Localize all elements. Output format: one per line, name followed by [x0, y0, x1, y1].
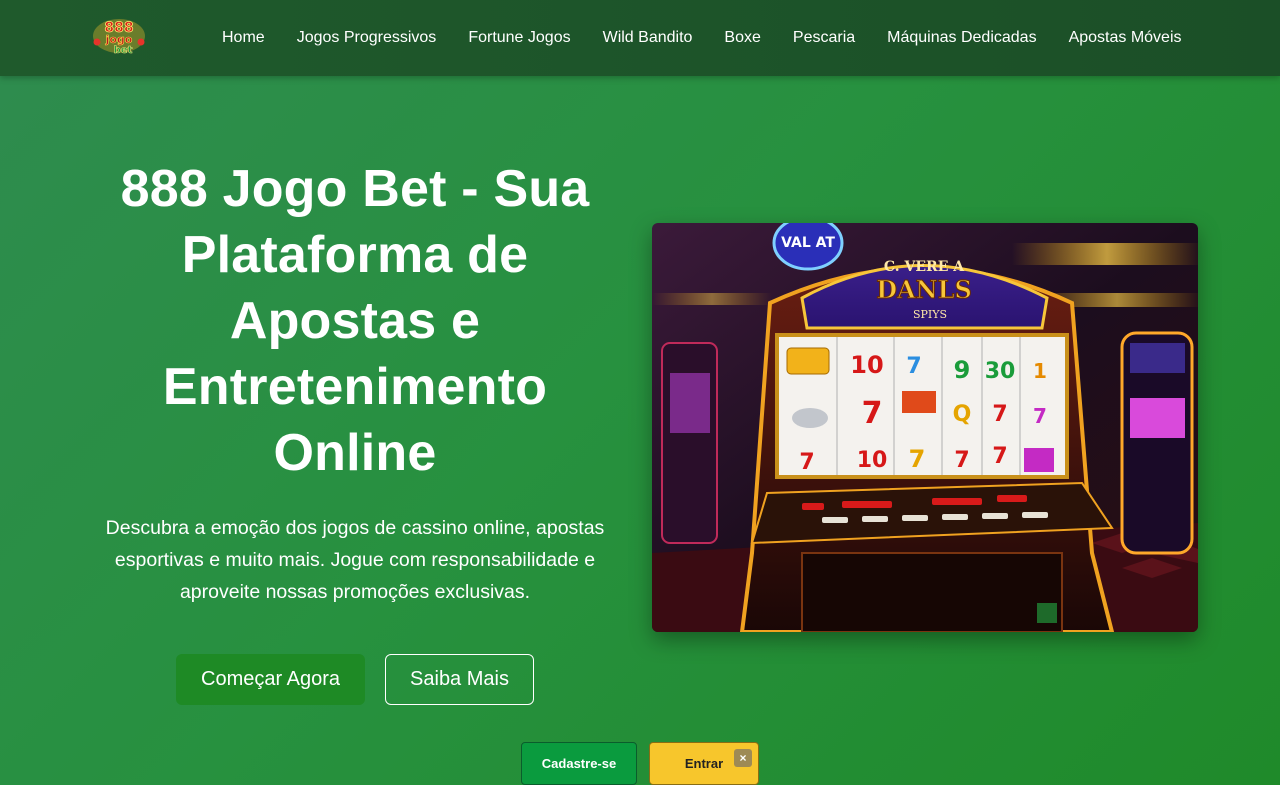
svg-text:7: 7 [992, 402, 1007, 427]
nav-jogos-progressivos[interactable]: Jogos Progressivos [281, 0, 453, 76]
logo-888-jogo-bet-icon: 888 jogo bet [93, 19, 145, 56]
svg-text:bet: bet [114, 45, 133, 56]
nav-wild-bandito[interactable]: Wild Bandito [587, 0, 709, 76]
nav-boxe[interactable]: Boxe [708, 0, 776, 76]
svg-text:7: 7 [992, 444, 1007, 469]
marquee-line1: C. VERE A [884, 259, 965, 275]
hero-cta-row: Começar Agora Saiba Mais [176, 654, 534, 705]
marquee-line3: SPIYS [913, 308, 947, 321]
svg-text:10: 10 [857, 448, 888, 473]
hero-text-block: 888 Jogo Bet - Sua Plataforma de Apostas… [90, 156, 620, 608]
nav-pescaria[interactable]: Pescaria [777, 0, 871, 76]
svg-text:7: 7 [799, 450, 814, 475]
svg-text:30: 30 [985, 359, 1016, 384]
svg-text:9: 9 [954, 356, 971, 384]
hero-subtitle: Descubra a emoção dos jogos de cassino o… [105, 517, 605, 603]
start-now-button[interactable]: Começar Agora [176, 654, 365, 705]
slot-machine-image: VAL AT C. VERE A DANLS SPIYS 10 9 30 1 7… [652, 223, 1198, 632]
svg-text:Q: Q [953, 402, 972, 427]
slot-machine-illustration: VAL AT C. VERE A DANLS SPIYS 10 9 30 1 7… [652, 223, 1198, 632]
svg-text:7: 7 [1033, 404, 1047, 428]
site-logo[interactable]: 888 jogo bet [92, 16, 146, 56]
hero-section: 888 Jogo Bet - Sua Plataforma de Apostas… [0, 76, 1280, 785]
close-icon[interactable]: × [734, 749, 752, 767]
register-button[interactable]: Cadastre-se [521, 742, 637, 785]
learn-more-button[interactable]: Saiba Mais [385, 654, 534, 705]
svg-text:7: 7 [909, 445, 926, 473]
svg-text:7: 7 [862, 396, 883, 431]
nav-apostas-moveis[interactable]: Apostas Móveis [1053, 0, 1198, 76]
svg-text:7: 7 [906, 354, 921, 379]
marquee-line2: DANLS [876, 275, 972, 304]
top-navbar: 888 jogo bet Home Jogos Progressivos For… [0, 0, 1280, 76]
nav-home[interactable]: Home [206, 0, 281, 76]
nav-fortune-jogos[interactable]: Fortune Jogos [452, 0, 586, 76]
svg-text:7: 7 [954, 448, 969, 473]
sticky-auth-bar: Cadastre-se Entrar × [0, 742, 1280, 785]
svg-text:1: 1 [1033, 359, 1047, 383]
svg-text:10: 10 [850, 351, 883, 379]
page-bottom-strip [0, 785, 1280, 800]
main-navigation: Home Jogos Progressivos Fortune Jogos Wi… [206, 0, 1198, 76]
hero-title: 888 Jogo Bet - Sua Plataforma de Apostas… [120, 160, 590, 482]
neon-sign-text: VAL AT [781, 235, 835, 251]
nav-maquinas-dedicadas[interactable]: Máquinas Dedicadas [871, 0, 1052, 76]
